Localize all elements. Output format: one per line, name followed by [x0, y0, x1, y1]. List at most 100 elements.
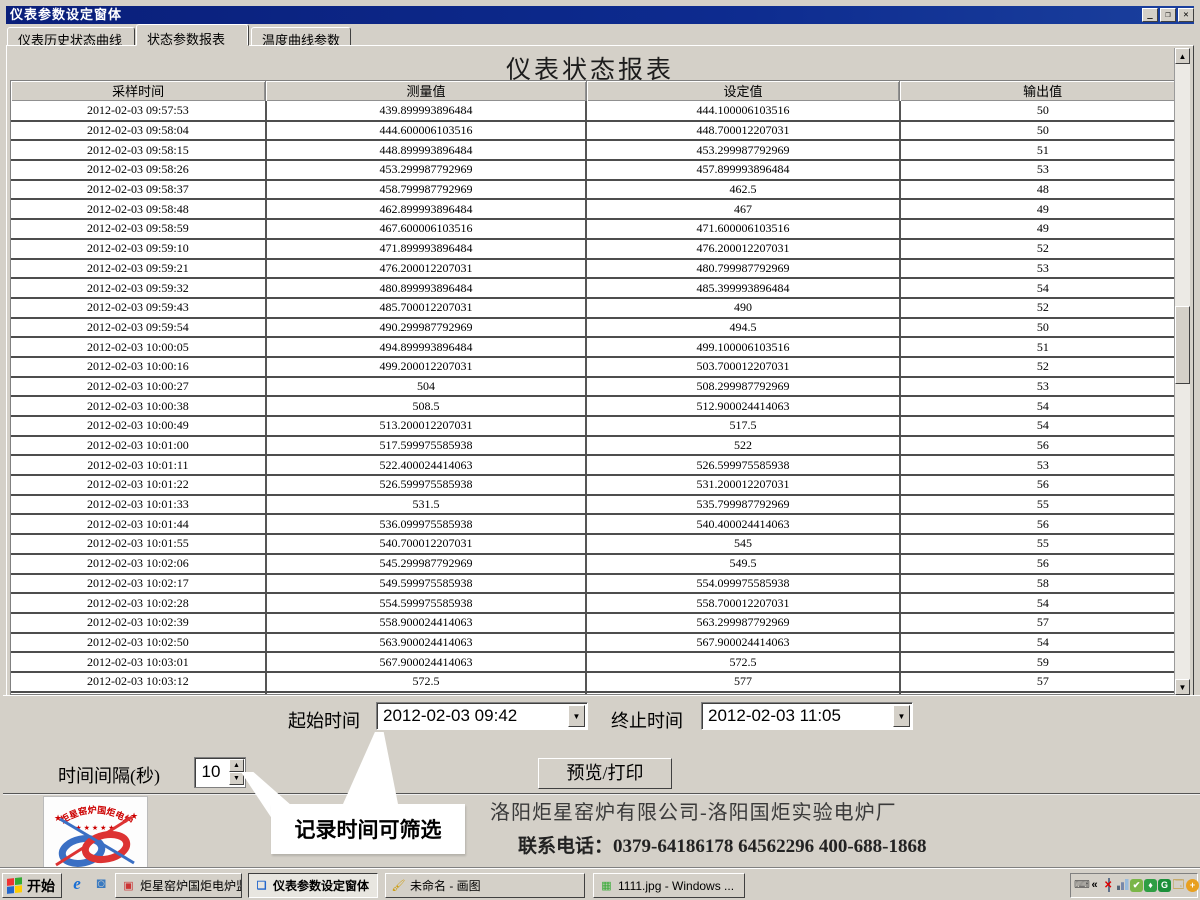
spinner-down-icon[interactable]: ▼ — [229, 772, 244, 785]
col-header-measured-value[interactable]: 测量值 — [266, 81, 587, 101]
table-row[interactable]: 2012-02-03 10:01:11522.400024414063526.5… — [11, 455, 1185, 475]
report-header-table: 采样时间 测量值 设定值 输出值 — [11, 81, 1185, 102]
system-tray: ⌨ « ✔ ♦ G 🗔 + 13:13 — [1070, 873, 1198, 898]
monitor-app-icon: ▣ — [121, 879, 136, 893]
window-title: 仪表参数设定窗体 — [10, 6, 1140, 24]
table-row[interactable]: 2012-02-03 10:01:33531.5535.799987792969… — [11, 495, 1185, 515]
svg-text:★: ★ — [54, 813, 62, 823]
company-name: 洛阳炬星窑炉有限公司-洛阳国炬实验电炉厂 — [490, 796, 1190, 825]
interval-spinner[interactable]: 10 ▲ ▼ — [195, 758, 245, 787]
taskbar-item-label: 1111.jpg - Windows ... — [618, 879, 734, 893]
report-page: 仪表状态报表 采样时间 测量值 设定值 输出值 2012-02-03 09:57… — [6, 45, 1194, 695]
ie-icon[interactable]: e — [68, 874, 86, 894]
company-phone: 联系电话：0379-64186178 64562296 400-688-1868 — [490, 831, 1190, 858]
network-disconnected-icon[interactable] — [1102, 879, 1115, 892]
table-row[interactable]: 2012-02-03 09:58:59467.600006103516471.6… — [11, 219, 1185, 239]
table-row[interactable]: 2012-02-03 09:58:37458.799987792969462.5… — [11, 180, 1185, 200]
antivirus-icon[interactable]: ✔ — [1130, 879, 1143, 892]
taskbar-item-paint[interactable]: 🖌 未命名 - 画图 — [385, 873, 585, 898]
start-button-label: 开始 — [27, 876, 55, 896]
taskbar-item-label: 炬星窑炉国炬电炉监... — [140, 877, 242, 894]
form-window-icon: ❏ — [254, 879, 269, 893]
tab-strip: 仪表历史状态曲线 状态参数报表 温度曲线参数 — [6, 24, 1194, 45]
bottom-panel: 起始时间 2012-02-03 09:42 ▼ 终止时间 2012-02-03 … — [3, 695, 1200, 871]
table-row[interactable]: 2012-02-03 09:57:53439.899993896484444.1… — [11, 101, 1185, 121]
taskbar: 开始 e ◙ ♣ » ▣ 炬星窑炉国炬电炉监... ❏ 仪表参数设定窗体 🖌 未… — [0, 868, 1200, 900]
table-row[interactable]: 2012-02-03 10:00:05494.899993896484499.1… — [11, 337, 1185, 357]
col-header-sample-time[interactable]: 采样时间 — [11, 81, 266, 101]
spinner-up-icon[interactable]: ▲ — [229, 759, 244, 772]
table-row[interactable]: 2012-02-03 10:03:23577.200012207031581.5… — [11, 692, 1185, 694]
update-icon[interactable]: + — [1186, 879, 1199, 892]
table-row[interactable]: 2012-02-03 10:03:12572.557757 — [11, 672, 1185, 692]
vertical-scrollbar[interactable]: ▲ ▼ — [1174, 48, 1190, 695]
end-time-value: 2012-02-03 11:05 — [708, 706, 841, 726]
report-body-viewport: 2012-02-03 09:57:53439.899993896484444.1… — [11, 101, 1185, 694]
table-row[interactable]: 2012-02-03 10:00:38508.5512.900024414063… — [11, 396, 1185, 416]
tab-history-curve[interactable]: 仪表历史状态曲线 — [7, 27, 135, 45]
start-time-combobox[interactable]: 2012-02-03 09:42 ▼ — [376, 702, 588, 730]
end-time-dropdown-icon[interactable]: ▼ — [893, 705, 910, 727]
interval-value: 10 — [195, 762, 227, 782]
report-grid: 采样时间 测量值 设定值 输出值 2012-02-03 09:57:53439.… — [10, 80, 1186, 695]
preview-print-button[interactable]: 预览/打印 — [538, 758, 672, 789]
table-row[interactable]: 2012-02-03 10:02:28554.599975585938558.7… — [11, 593, 1185, 613]
table-row[interactable]: 2012-02-03 10:01:00517.59997558593852256 — [11, 436, 1185, 456]
table-row[interactable]: 2012-02-03 10:03:01567.900024414063572.5… — [11, 652, 1185, 672]
close-button[interactable]: ✕ — [1178, 8, 1194, 22]
scroll-up-button[interactable]: ▲ — [1175, 48, 1190, 64]
svg-text:★: ★ — [130, 811, 138, 821]
interval-label: 时间间隔(秒) — [58, 762, 160, 788]
guard-icon[interactable]: G — [1158, 879, 1171, 892]
tray-chevron-icon[interactable]: « — [1088, 879, 1101, 892]
scheduled-task-icon[interactable]: 🗔 — [1172, 879, 1185, 892]
scrollbar-thumb[interactable] — [1175, 306, 1190, 384]
paint-icon: 🖌 — [391, 879, 406, 893]
taskbar-item-param-window[interactable]: ❏ 仪表参数设定窗体 — [248, 873, 378, 898]
table-row[interactable]: 2012-02-03 09:58:15448.899993896484453.2… — [11, 140, 1185, 160]
keyboard-icon[interactable]: ⌨ — [1074, 879, 1087, 892]
col-header-set-value[interactable]: 设定值 — [586, 81, 899, 101]
table-row[interactable]: 2012-02-03 10:00:49513.200012207031517.5… — [11, 416, 1185, 436]
table-row[interactable]: 2012-02-03 10:00:16499.200012207031503.7… — [11, 357, 1185, 377]
table-row[interactable]: 2012-02-03 09:58:26453.299987792969457.8… — [11, 160, 1185, 180]
start-time-label: 起始时间 — [288, 707, 360, 733]
filter-hint-callout: 记录时间可筛选 — [271, 804, 465, 854]
app-window: 仪表参数设定窗体 _ ❐ ✕ 仪表历史状态曲线 状态参数报表 温度曲线参数 仪表… — [0, 0, 1200, 868]
table-row[interactable]: 2012-02-03 10:02:39558.900024414063563.2… — [11, 613, 1185, 633]
end-time-label: 终止时间 — [611, 707, 683, 733]
desktop-icon[interactable]: ◙ — [92, 874, 110, 894]
table-row[interactable]: 2012-02-03 10:02:06545.299987792969549.5… — [11, 554, 1185, 574]
col-header-output-value[interactable]: 输出值 — [900, 81, 1185, 101]
table-row[interactable]: 2012-02-03 09:58:04444.600006103516448.7… — [11, 121, 1185, 141]
table-row[interactable]: 2012-02-03 10:01:55540.70001220703154555 — [11, 534, 1185, 554]
taskbar-item-monitor-app[interactable]: ▣ 炬星窑炉国炬电炉监... — [115, 873, 242, 898]
tab-status-report[interactable]: 状态参数报表 — [136, 24, 249, 46]
table-row[interactable]: 2012-02-03 10:01:44536.099975585938540.4… — [11, 514, 1185, 534]
table-row[interactable]: 2012-02-03 09:58:48462.89999389648446749 — [11, 199, 1185, 219]
titlebar[interactable]: 仪表参数设定窗体 _ ❐ ✕ — [6, 6, 1194, 24]
tab-temp-params[interactable]: 温度曲线参数 — [251, 27, 351, 45]
taskbar-item-label: 未命名 - 画图 — [410, 877, 481, 894]
table-row[interactable]: 2012-02-03 10:00:27504508.29998779296953 — [11, 377, 1185, 397]
table-row[interactable]: 2012-02-03 10:02:50563.900024414063567.9… — [11, 633, 1185, 653]
table-row[interactable]: 2012-02-03 09:59:10471.899993896484476.2… — [11, 239, 1185, 259]
start-time-dropdown-icon[interactable]: ▼ — [568, 705, 585, 727]
restore-button[interactable]: ❐ — [1160, 8, 1176, 22]
table-row[interactable]: 2012-02-03 09:59:43485.70001220703149052 — [11, 298, 1185, 318]
table-row[interactable]: 2012-02-03 10:02:17549.599975585938554.0… — [11, 574, 1185, 594]
table-row[interactable]: 2012-02-03 09:59:54490.299987792969494.5… — [11, 318, 1185, 338]
header-row: 采样时间 测量值 设定值 输出值 — [11, 81, 1185, 101]
image-file-icon: ▦ — [599, 879, 614, 893]
minimize-button[interactable]: _ — [1142, 8, 1158, 22]
report-body: 2012-02-03 09:57:53439.899993896484444.1… — [11, 101, 1185, 694]
table-row[interactable]: 2012-02-03 09:59:21476.200012207031480.7… — [11, 259, 1185, 279]
end-time-combobox[interactable]: 2012-02-03 11:05 ▼ — [701, 702, 913, 730]
table-row[interactable]: 2012-02-03 09:59:32480.899993896484485.3… — [11, 278, 1185, 298]
taskbar-item-image-viewer[interactable]: ▦ 1111.jpg - Windows ... — [593, 873, 745, 898]
start-button[interactable]: 开始 — [2, 873, 62, 898]
scroll-down-button[interactable]: ▼ — [1175, 679, 1190, 695]
signal-strength-icon[interactable] — [1116, 879, 1129, 892]
security-shield-icon[interactable]: ♦ — [1144, 879, 1157, 892]
table-row[interactable]: 2012-02-03 10:01:22526.599975585938531.2… — [11, 475, 1185, 495]
